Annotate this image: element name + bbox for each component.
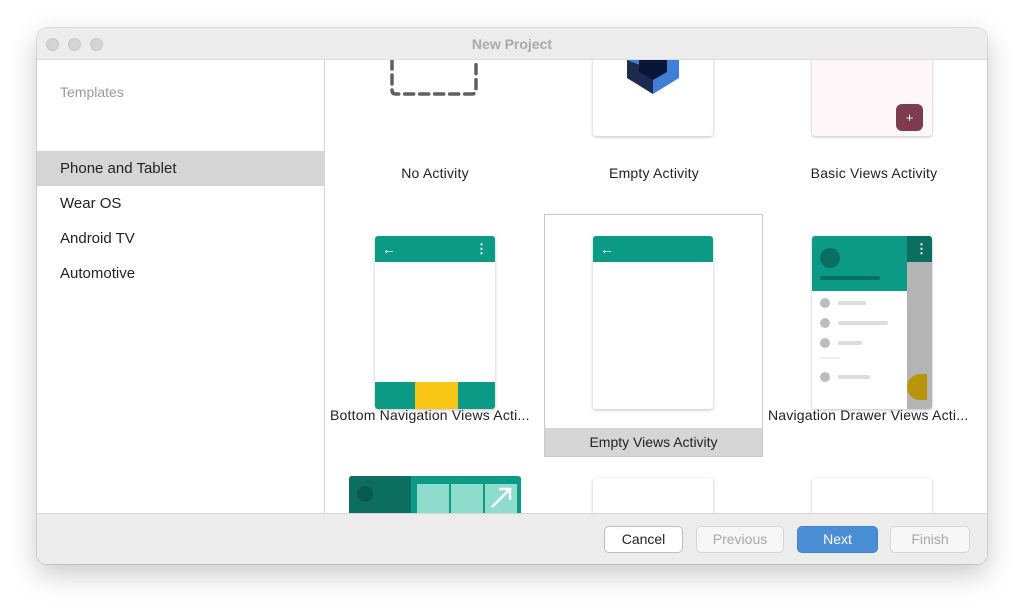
next-button[interactable]: Next bbox=[797, 526, 878, 553]
finish-button[interactable]: Finish bbox=[890, 526, 970, 553]
app-bar-scrim: ⋮ bbox=[907, 236, 932, 262]
template-preview: + bbox=[812, 60, 932, 136]
drawer-header-text bbox=[820, 276, 880, 280]
template-label: Basic Views Activity bbox=[810, 165, 938, 181]
template-label: Navigation Drawer Views Acti... bbox=[768, 407, 969, 423]
drawer-item-text bbox=[838, 341, 862, 345]
bottom-nav-item-active bbox=[415, 382, 458, 409]
template-empty-views-activity[interactable]: ← Empty Views Activity bbox=[544, 214, 763, 457]
templates-sidebar: Templates Phone and Tablet Wear OS Andro… bbox=[37, 60, 325, 513]
dialog-footer: Cancel Previous Next Finish bbox=[37, 513, 987, 564]
sidebar-item-phone-and-tablet[interactable]: Phone and Tablet bbox=[37, 151, 325, 186]
avatar bbox=[820, 248, 840, 268]
cancel-button[interactable]: Cancel bbox=[604, 526, 683, 553]
side-panel bbox=[349, 476, 411, 513]
grid-cell bbox=[451, 484, 483, 513]
template-label: Bottom Navigation Views Acti... bbox=[330, 407, 530, 423]
drawer-item-icon bbox=[820, 318, 830, 328]
fab-plus-icon: + bbox=[896, 104, 923, 131]
template-preview: ⋮ bbox=[812, 236, 932, 409]
sidebar-item-android-tv[interactable]: Android TV bbox=[37, 221, 325, 256]
previous-button[interactable]: Previous bbox=[696, 526, 784, 553]
bottom-nav-item bbox=[458, 382, 495, 409]
template-preview: ← ⋮ bbox=[375, 236, 495, 409]
fab-plus-icon bbox=[907, 374, 927, 400]
avatar bbox=[357, 486, 373, 502]
drawer-item-icon bbox=[820, 372, 830, 382]
drawer-item-text bbox=[838, 321, 888, 325]
template-preview: ← bbox=[593, 236, 713, 409]
drawer-item-text bbox=[838, 301, 866, 305]
title-bar: New Project bbox=[37, 28, 987, 60]
template-label: Empty Activity bbox=[609, 165, 699, 181]
template-preview bbox=[349, 476, 521, 513]
template-preview bbox=[593, 478, 713, 513]
app-bar: ← ⋮ bbox=[375, 236, 495, 262]
template-gallery: No Activity Empty Activity + Basic Views… bbox=[326, 60, 987, 513]
bottom-nav-item bbox=[375, 382, 415, 409]
grid-cell bbox=[417, 484, 449, 513]
dashed-placeholder-icon bbox=[390, 60, 478, 96]
resize-arrow-icon bbox=[491, 487, 512, 508]
back-arrow-icon: ← bbox=[600, 241, 614, 257]
sidebar-item-automotive[interactable]: Automotive bbox=[37, 256, 325, 291]
template-label: Empty Views Activity bbox=[545, 428, 762, 456]
overflow-menu-icon: ⋮ bbox=[475, 241, 488, 256]
new-project-window: New Project Templates Phone and Tablet W… bbox=[37, 28, 987, 564]
drawer-divider bbox=[820, 357, 840, 359]
drawer-header bbox=[812, 236, 907, 291]
drawer-item-icon bbox=[820, 298, 830, 308]
window-title: New Project bbox=[471, 36, 553, 52]
navigation-drawer bbox=[812, 236, 907, 409]
back-arrow-icon: ← bbox=[382, 241, 396, 257]
template-preview bbox=[812, 478, 932, 513]
app-bar: ← bbox=[593, 236, 713, 262]
template-label: No Activity bbox=[401, 165, 469, 181]
sidebar-header: Templates bbox=[60, 84, 124, 100]
template-preview bbox=[593, 60, 713, 136]
drawer-item-icon bbox=[820, 338, 830, 348]
sidebar-item-wear-os[interactable]: Wear OS bbox=[37, 186, 325, 221]
compose-logo-icon bbox=[627, 60, 679, 94]
drawer-item-text bbox=[838, 375, 870, 379]
overflow-menu-icon: ⋮ bbox=[915, 241, 928, 256]
